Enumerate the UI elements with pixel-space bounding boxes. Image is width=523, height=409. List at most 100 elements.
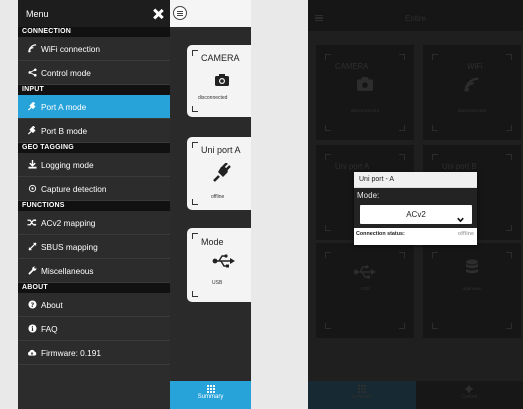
grid-icon xyxy=(170,385,251,394)
svg-text:?: ? xyxy=(30,302,34,309)
mode-label: Mode: xyxy=(357,191,380,200)
menu-item-label: ACv2 mapping xyxy=(41,217,96,228)
card-status: disconnected xyxy=(350,109,380,114)
mode-select-value: ACv2 xyxy=(406,210,426,219)
usb-icon xyxy=(212,254,236,273)
wifi-icon xyxy=(26,44,38,53)
card-camera[interactable]: CAMERA disconnected xyxy=(316,45,414,140)
question-icon: ? xyxy=(26,300,38,309)
right-phone-screen: Entire CAMERA disconnected WiFi disconne… xyxy=(308,0,523,409)
card-uni-port-a[interactable]: Uni port A offline xyxy=(187,137,251,210)
plug-icon xyxy=(26,126,38,135)
card-mode[interactable]: Mode USB xyxy=(187,228,251,302)
card-title: Mode xyxy=(201,237,224,247)
card-status: unknown xyxy=(462,287,482,292)
menu-item-label: Port B mode xyxy=(41,125,88,136)
card-sd-storage[interactable]: unknown xyxy=(423,243,521,338)
wrench-icon xyxy=(26,266,38,275)
dialog-body: Mode: ACv2 xyxy=(354,188,477,228)
top-bar xyxy=(170,0,251,27)
port-mode-dialog: Uni port - A Mode: ACv2 Connection statu… xyxy=(354,172,477,245)
dialog-title: Uni port - A xyxy=(354,172,477,188)
page-title: Entire xyxy=(405,14,426,23)
card-usb[interactable]: USB xyxy=(316,243,414,338)
dialog-footer: Connection status: offline xyxy=(354,228,477,245)
share-icon xyxy=(26,68,38,77)
download-icon xyxy=(26,160,38,169)
card-status: disconnected xyxy=(198,95,228,101)
menu-item-label: FAQ xyxy=(41,323,58,334)
close-icon[interactable] xyxy=(152,8,164,20)
menu-item-label: Firmware: 0.191 xyxy=(41,347,101,358)
card-status: USB xyxy=(212,280,223,286)
menu-title: Menu xyxy=(26,8,49,19)
card-status: offline xyxy=(211,194,225,200)
app-header: Entire xyxy=(308,0,523,31)
mode-select[interactable]: ACv2 xyxy=(360,205,472,224)
connection-status-label: Connection status: xyxy=(356,231,405,237)
menu-item-acv2[interactable]: ACv2 mapping xyxy=(18,211,170,235)
menu-item-label: Logging mode xyxy=(41,159,94,170)
wifi-icon xyxy=(423,77,521,93)
section-about: ABOUT xyxy=(18,283,170,293)
section-functions: FUNCTIONS xyxy=(18,201,170,211)
database-icon xyxy=(423,259,521,277)
menu-item-label: Port A mode xyxy=(41,101,87,112)
menu-item-faq[interactable]: i FAQ xyxy=(18,317,170,341)
menu-item-misc[interactable]: Miscellaneous xyxy=(18,259,170,283)
menu-item-label: SBUS mapping xyxy=(41,241,98,252)
connection-status-value: offline xyxy=(457,231,474,237)
expand-arrows-icon xyxy=(26,242,38,251)
tab-label: Summary xyxy=(351,394,373,400)
left-phone-screen: Menu CONNECTION WiFi connection Control … xyxy=(18,0,251,409)
cloud-upload-icon xyxy=(26,348,38,357)
menu-header: Menu xyxy=(18,0,170,27)
menu-item-control-mode[interactable]: Control mode xyxy=(18,61,170,85)
section-input: INPUT xyxy=(18,85,170,95)
card-status: USB xyxy=(360,287,370,292)
camera-icon xyxy=(215,73,229,91)
section-connection: CONNECTION xyxy=(18,27,170,37)
card-title: Uni port B xyxy=(442,162,477,171)
card-title: CAMERA xyxy=(335,62,369,71)
chevron-down-icon xyxy=(457,210,464,223)
capture-icon xyxy=(26,184,38,193)
menu-item-port-a[interactable]: Port A mode xyxy=(18,95,170,119)
info-icon: i xyxy=(26,324,38,333)
main-content: CAMERA disconnected Uni port A offline M… xyxy=(170,0,251,409)
plug-icon xyxy=(212,162,232,188)
tab-control[interactable]: Control xyxy=(415,381,523,409)
card-camera[interactable]: CAMERA disconnected xyxy=(187,45,251,117)
tab-summary[interactable]: Summary xyxy=(308,381,416,409)
card-wifi[interactable]: WiFi disconnected xyxy=(423,45,521,140)
gear-icon xyxy=(416,385,523,394)
menu-item-about[interactable]: ? About xyxy=(18,293,170,317)
card-title: WiFi xyxy=(467,62,483,71)
menu-toggle-icon[interactable] xyxy=(173,6,187,20)
plug-icon xyxy=(26,102,38,111)
tab-label: Control xyxy=(461,394,478,400)
menu-item-capture[interactable]: Capture detection xyxy=(18,177,170,201)
menu-item-label: About xyxy=(41,299,63,310)
grid-icon xyxy=(308,385,416,394)
shuffle-icon xyxy=(26,218,38,227)
menu-item-label: Capture detection xyxy=(41,183,107,194)
camera-icon xyxy=(316,77,414,91)
tab-label: Summary xyxy=(197,394,224,400)
menu-item-port-b[interactable]: Port B mode xyxy=(18,119,170,143)
menu-item-label: Control mode xyxy=(41,67,91,78)
menu-item-sbus[interactable]: SBUS mapping xyxy=(18,235,170,259)
card-title: Uni port A xyxy=(335,162,370,171)
menu-item-label: Miscellaneous xyxy=(41,265,94,276)
card-status: disconnected xyxy=(457,109,487,114)
side-menu: Menu CONNECTION WiFi connection Control … xyxy=(18,0,170,409)
menu-item-label: WiFi connection xyxy=(41,43,101,54)
card-title: CAMERA xyxy=(201,53,240,63)
menu-item-logging[interactable]: Logging mode xyxy=(18,153,170,177)
menu-item-firmware[interactable]: Firmware: 0.191 xyxy=(18,341,170,365)
card-title: Uni port A xyxy=(201,145,241,155)
bottom-tab-bar: Summary Control xyxy=(308,381,523,409)
tab-summary[interactable]: Summary xyxy=(170,381,251,409)
menu-item-wifi[interactable]: WiFi connection xyxy=(18,37,170,61)
usb-icon xyxy=(316,265,414,279)
